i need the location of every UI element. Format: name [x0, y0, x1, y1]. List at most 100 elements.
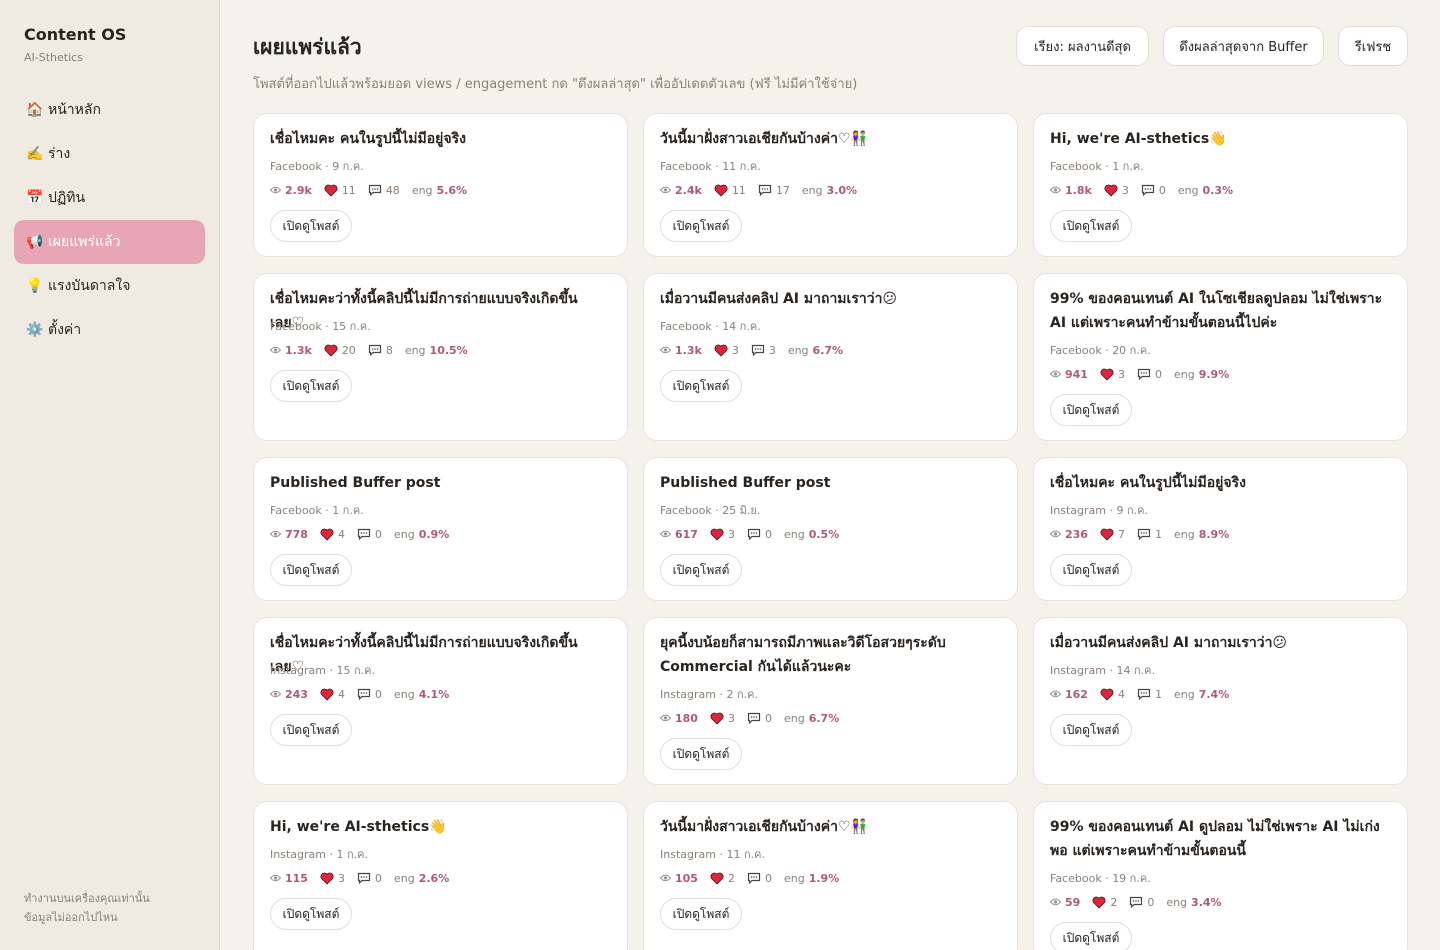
- post-stats: 1.8k 3 0 eng 0.3%: [1050, 182, 1245, 198]
- open-post-button[interactable]: เปิดดูโพสต์: [660, 554, 742, 586]
- open-post-button[interactable]: เปิดดูโพสต์: [660, 898, 742, 930]
- open-post-button[interactable]: เปิดดูโพสต์: [270, 554, 352, 586]
- post-platform: Facebook: [660, 160, 712, 173]
- comments-stat: 3: [751, 344, 776, 357]
- eng-value: 6.7%: [812, 343, 844, 357]
- home-icon: 🏠: [26, 102, 44, 118]
- likes-value: 20: [341, 343, 356, 357]
- comments-stat: 0: [747, 872, 772, 885]
- likes-value: 3: [1121, 183, 1129, 197]
- views-stat: 236: [1050, 528, 1088, 541]
- views-stat: 59: [1050, 896, 1080, 909]
- open-post-button[interactable]: เปิดดูโพสต์: [270, 714, 352, 746]
- sort-button[interactable]: เรียง: ผลงานดีสุด: [1016, 26, 1149, 66]
- views-value: 162: [1065, 687, 1088, 701]
- sidebar-item-label: ตั้งค่า: [48, 322, 82, 338]
- open-post-button[interactable]: เปิดดูโพสต์: [1050, 210, 1132, 242]
- open-post-button[interactable]: เปิดดูโพสต์: [660, 738, 742, 770]
- post-date: 19 ก.ค.: [1112, 872, 1151, 885]
- views-stat: 243: [270, 688, 308, 701]
- sidebar-item-label: เผยแพร่แล้ว: [48, 234, 121, 250]
- engagement-stat: eng 9.9%: [1174, 368, 1229, 381]
- post-title: เมื่อวานมีคนส่งคลิป AI มาถามเราว่า😕: [660, 291, 898, 307]
- open-post-button[interactable]: เปิดดูโพสต์: [1050, 554, 1132, 586]
- comment-icon: [1129, 896, 1143, 908]
- comments-value: 3: [768, 343, 776, 357]
- views-value: 115: [285, 871, 308, 885]
- sidebar-item-0[interactable]: 🏠 หน้าหลัก: [14, 88, 205, 132]
- post-platform: Facebook: [660, 504, 712, 517]
- comments-stat: 0: [357, 688, 382, 701]
- open-post-button[interactable]: เปิดดูโพสต์: [270, 370, 352, 402]
- eng-label: eng: [393, 687, 415, 701]
- engagement-stat: eng 6.7%: [788, 344, 843, 357]
- comments-value: 0: [764, 871, 772, 885]
- views-stat: 617: [660, 528, 698, 541]
- eng-label: eng: [1173, 367, 1195, 381]
- post-meta: Facebook · 9 ก.ค.: [270, 160, 364, 173]
- eng-label: eng: [404, 343, 426, 357]
- eng-value: 0.3%: [1202, 183, 1234, 197]
- post-meta: Facebook · 1 ก.ค.: [1050, 160, 1144, 173]
- likes-stat: 20: [324, 344, 356, 357]
- comments-stat: 1: [1137, 688, 1162, 701]
- comments-stat: 0: [747, 528, 772, 541]
- likes-stat: 4: [320, 688, 345, 701]
- eng-label: eng: [1173, 527, 1195, 541]
- open-post-button[interactable]: เปิดดูโพสต์: [660, 210, 742, 242]
- writing-hand-icon: ✍️: [26, 146, 44, 162]
- open-post-button[interactable]: เปิดดูโพสต์: [1050, 394, 1132, 426]
- heart-icon: [710, 528, 724, 541]
- likes-value: 2: [1110, 895, 1118, 909]
- post-title: วันนี้มาฝั่งสาวเอเชียกันบ้างค่า♡👫: [660, 819, 868, 835]
- post-card: เมื่อวานมีคนส่งคลิป AI มาถามเราว่า😕 Faceb…: [643, 273, 1018, 441]
- footer-line-2: ข้อมูลไม่ออกไปไหน: [24, 911, 118, 924]
- sidebar-item-4[interactable]: 💡 แรงบันดาลใจ: [14, 264, 205, 308]
- likes-stat: 11: [714, 184, 746, 197]
- eye-icon: [1050, 898, 1061, 906]
- post-date: 1 ก.ค.: [336, 848, 368, 861]
- comments-stat: 0: [747, 712, 772, 725]
- open-post-button[interactable]: เปิดดูโพสต์: [1050, 714, 1132, 746]
- post-meta: Facebook · 19 ก.ค.: [1050, 872, 1151, 885]
- eng-value: 10.5%: [429, 343, 468, 357]
- post-platform: Instagram: [270, 848, 326, 861]
- sidebar-item-2[interactable]: 📅 ปฏิทิน: [14, 176, 205, 220]
- views-stat: 162: [1050, 688, 1088, 701]
- eye-icon: [270, 346, 281, 354]
- post-platform: Facebook: [1050, 872, 1102, 885]
- comments-value: 17: [775, 183, 790, 197]
- eng-value: 6.7%: [808, 711, 840, 725]
- likes-value: 3: [731, 343, 739, 357]
- views-stat: 941: [1050, 368, 1088, 381]
- eye-icon: [270, 186, 281, 194]
- sidebar-item-5[interactable]: ⚙️ ตั้งค่า: [14, 308, 205, 352]
- open-post-button[interactable]: เปิดดูโพสต์: [270, 898, 352, 930]
- comments-value: 0: [764, 527, 772, 541]
- open-post-button[interactable]: เปิดดูโพสต์: [270, 210, 352, 242]
- likes-value: 11: [341, 183, 356, 197]
- open-post-button[interactable]: เปิดดูโพสต์: [1050, 922, 1132, 950]
- likes-stat: 7: [1100, 528, 1125, 541]
- comments-stat: 0: [357, 528, 382, 541]
- eye-icon: [270, 530, 281, 538]
- eye-icon: [1050, 690, 1061, 698]
- views-value: 180: [675, 711, 698, 725]
- views-stat: 1.3k: [270, 344, 312, 357]
- comments-value: 48: [385, 183, 400, 197]
- post-stats: 162 4 1 eng 7.4%: [1050, 686, 1241, 702]
- post-title: เชื่อไหมคะ คนในรูปนี้ไม่มีอยู่จริง: [1050, 475, 1246, 491]
- open-post-button[interactable]: เปิดดูโพสต์: [660, 370, 742, 402]
- eye-icon: [660, 530, 671, 538]
- refresh-button[interactable]: รีเฟรช: [1338, 26, 1408, 66]
- fetch-buffer-button[interactable]: ดึงผลล่าสุดจาก Buffer: [1163, 26, 1324, 66]
- sidebar-item-1[interactable]: ✍️ ร่าง: [14, 132, 205, 176]
- post-stats: 236 7 1 eng 8.9%: [1050, 526, 1241, 542]
- views-stat: 2.4k: [660, 184, 702, 197]
- eng-value: 0.9%: [418, 527, 450, 541]
- comment-icon: [1137, 368, 1151, 380]
- views-value: 2.9k: [285, 183, 312, 197]
- comments-value: 1: [1154, 527, 1162, 541]
- likes-value: 3: [337, 871, 345, 885]
- sidebar-item-3[interactable]: 📢 เผยแพร่แล้ว: [14, 220, 205, 264]
